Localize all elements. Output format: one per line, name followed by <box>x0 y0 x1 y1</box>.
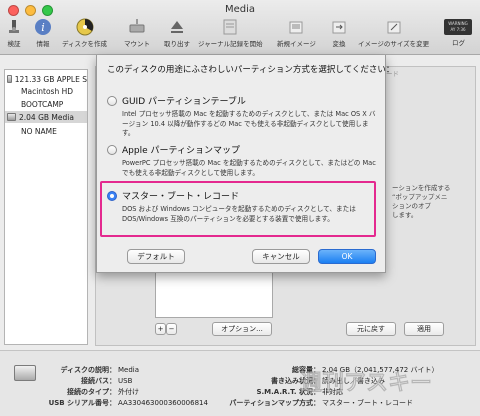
resize-icon <box>384 17 404 37</box>
sidebar-item-volume[interactable]: BOOTCAMP <box>21 98 63 110</box>
toolbar-eject-button[interactable]: 取り出す <box>164 17 190 48</box>
toolbar-burn-button[interactable]: ディスクを作成 <box>62 17 107 48</box>
ok-button[interactable]: OK <box>318 249 376 264</box>
burn-icon <box>75 17 95 37</box>
toolbar-new-image-button[interactable]: 新規イメージ <box>277 17 316 48</box>
toolbar-resize-button[interactable]: イメージのサイズを変更 <box>358 17 429 48</box>
usb-disk-icon <box>7 113 16 121</box>
info-icon: i <box>33 17 53 37</box>
apply-button[interactable]: 適用 <box>404 322 444 336</box>
disk-sidebar[interactable]: 121.33 GB APPLE S Macintosh HD BOOTCAMP … <box>4 69 88 345</box>
partition-scheme-sheet: このディスクの用途にふさわしいパーティション方式を選択してください： GUID … <box>96 55 394 273</box>
microscope-icon <box>4 17 24 37</box>
log-icon: WARNING AY 7:36 <box>444 19 472 35</box>
ghost-description: ーションを作成する “ポップアップメニ ションのオプ します。 <box>392 184 451 219</box>
toolbar: 検証 i 情報 ディスクを作成 マウント 取り出す ジャーナル記録を開始 新規イ… <box>0 17 480 53</box>
default-button[interactable]: デフォルト <box>127 249 185 264</box>
radio-guid[interactable] <box>107 95 117 106</box>
window-title: Media <box>224 4 256 15</box>
sheet-prompt: このディスクの用途にふさわしいパーティション方式を選択してください： <box>107 65 395 75</box>
sidebar-item-disk[interactable]: 121.33 GB APPLE S <box>7 73 87 85</box>
remove-partition-button[interactable]: − <box>166 323 177 335</box>
info-partition-map: パーティションマップ方式： マスター・ブート・レコード <box>229 399 413 407</box>
svg-text:i: i <box>41 21 45 34</box>
toolbar-info-button[interactable]: i 情報 <box>33 17 53 48</box>
info-connection-type: 接続のタイプ： 外付け <box>67 388 139 396</box>
convert-icon <box>329 17 349 37</box>
hard-disk-icon <box>7 75 12 83</box>
info-usb-serial: USB シリアル番号： AA330463000360006814 <box>48 399 208 407</box>
sidebar-item-volume[interactable]: Macintosh HD <box>21 85 73 97</box>
sidebar-item-volume[interactable]: NO NAME <box>21 125 57 137</box>
toolbar-journal-button[interactable]: ジャーナル記録を開始 <box>198 17 263 48</box>
toolbar-convert-button[interactable]: 変換 <box>329 17 349 48</box>
usb-disk-icon <box>14 365 36 381</box>
publisher-watermark: 週刊アスキー <box>300 371 433 397</box>
window-titlebar: Media 検証 i 情報 ディスクを作成 マウント 取り出す ジャーナル記録を… <box>0 0 480 55</box>
revert-button[interactable]: 元に戻す <box>346 322 396 336</box>
journal-icon <box>220 17 240 37</box>
mount-icon <box>127 17 147 37</box>
radio-apm[interactable] <box>107 144 117 155</box>
toolbar-mount-button[interactable]: マウント <box>124 17 150 48</box>
new-image-icon <box>286 17 306 37</box>
toolbar-verify-button[interactable]: 検証 <box>4 17 24 48</box>
eject-icon <box>167 17 187 37</box>
info-bus: 接続バス： USB <box>81 377 133 385</box>
info-description: ディスクの説明： Media <box>60 366 140 374</box>
cancel-button[interactable]: キャンセル <box>252 249 310 264</box>
options-button[interactable]: オプション... <box>212 322 272 336</box>
add-partition-button[interactable]: + <box>155 323 166 335</box>
toolbar-log-button[interactable]: ログ <box>452 36 465 47</box>
sidebar-item-disk-selected[interactable]: 2.04 GB Media <box>5 111 87 123</box>
option-apm[interactable]: Apple パーティションマップ PowerPC プロセッサ搭載の Mac を起… <box>107 143 377 178</box>
selection-highlight-box <box>100 181 376 237</box>
option-guid[interactable]: GUID パーティションテーブル Intel プロセッサ搭載の Mac を起動す… <box>107 94 377 139</box>
